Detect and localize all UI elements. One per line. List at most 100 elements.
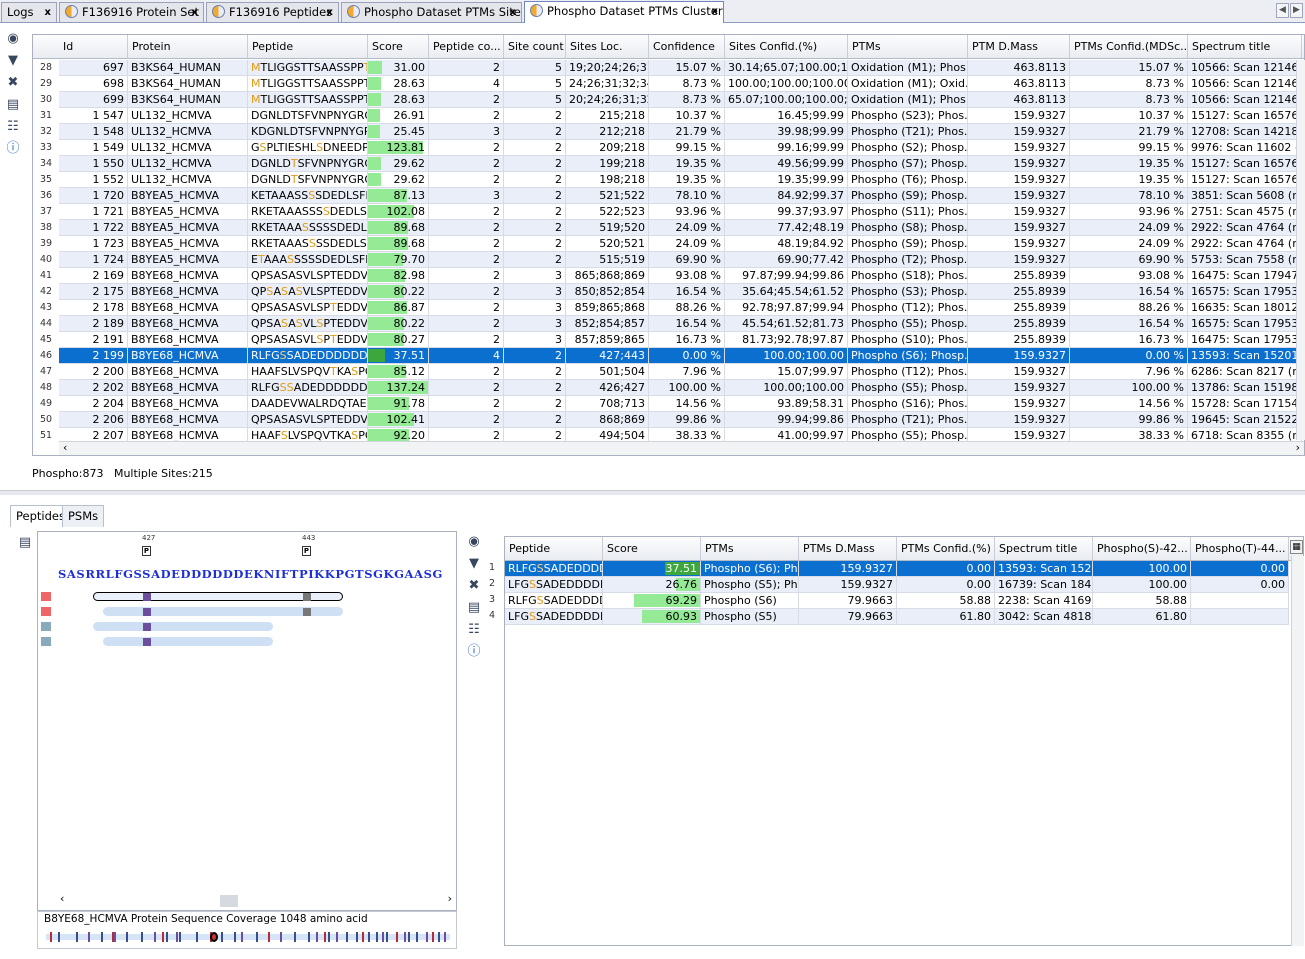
- tools-icon[interactable]: ✖: [466, 578, 482, 594]
- table-row[interactable]: 2 191B8YE68_HCMVAQPSASASVLSPTEDDVVS 80.27…: [59, 332, 1304, 348]
- column-header[interactable]: PTMs D.Mass: [799, 537, 897, 560]
- column-header[interactable]: PTMs Confid.(%): [897, 537, 995, 560]
- cell-sc: 2: [504, 380, 566, 395]
- table-row[interactable]: LFGSSADEDDDDDD 26.76Phospho (S5); Ph...15…: [505, 577, 1289, 593]
- peptide-residues: SSSSDEDLSFPGE: [294, 253, 367, 266]
- column-header[interactable]: Peptide co...: [429, 35, 504, 58]
- tab-peptides[interactable]: F136916 Peptides x: [206, 2, 339, 22]
- table-row[interactable]: 1 721B8YEA5_HCMVARKETAAASSSSDEDLSF 102.08…: [59, 204, 1304, 220]
- peptide-residues: RKETAAASSS: [251, 205, 323, 218]
- column-header[interactable]: Phospho(S)-42...: [1093, 537, 1191, 560]
- tab-lower-psms[interactable]: PSMs: [62, 505, 105, 527]
- table-row[interactable]: 697B3KS64_HUMANMTLIGGSTTSAASSPPTTI 31.002…: [59, 60, 1304, 76]
- export-icon[interactable]: ▤: [5, 97, 21, 113]
- sequence-scrollbar[interactable]: ‹ ›: [58, 892, 456, 908]
- table-row[interactable]: 2 169B8YE68_HCMVAQPSASASVLSPTEDDVVS 82.98…: [59, 268, 1304, 284]
- column-header[interactable]: Sites Confid.(%): [725, 35, 848, 58]
- column-header[interactable]: Spectrum title: [1188, 35, 1302, 58]
- column-header[interactable]: Phospho(T)-44...: [1191, 537, 1289, 560]
- table-row[interactable]: 2 206B8YE68_HCMVAQPSASASVLSPTEDDVVSP 102.…: [59, 412, 1304, 428]
- split-divider[interactable]: [0, 490, 1305, 495]
- table-row[interactable]: 1 549UL132_HCMVAGSPLTIESHLSDNEEDPIR123.8…: [59, 140, 1304, 156]
- table-row[interactable]: 1 550UL132_HCMVADGNLDTSFVNPNYGRGSP29.622…: [59, 156, 1304, 172]
- column-header[interactable]: PTMs Confid.(MDSc...: [1070, 35, 1188, 58]
- scroll-right-arrow[interactable]: ›: [1296, 441, 1300, 454]
- column-header[interactable]: PTMs: [701, 537, 799, 560]
- binoculars-icon[interactable]: ◉: [466, 534, 482, 550]
- tab-ptm-clusters[interactable]: Phospho Dataset PTMs Clusters x: [524, 1, 724, 23]
- export-image-icon[interactable]: ▤: [17, 535, 33, 551]
- score-value: 31.00: [393, 61, 426, 74]
- cell-pc: 2: [429, 364, 504, 379]
- score-bar: [368, 173, 381, 186]
- table-row[interactable]: 698B3KS64_HUMANMTLIGGSTTSAASSPPTTIP 28.63…: [59, 76, 1304, 92]
- column-header[interactable]: PTM D.Mass: [968, 35, 1070, 58]
- cell-loc: 215;218: [566, 108, 649, 123]
- tab-ptm-sites[interactable]: Phospho Dataset PTMs Sites x: [341, 2, 522, 22]
- column-header[interactable]: Protein: [128, 35, 248, 58]
- scroll-right-arrow[interactable]: ›: [448, 892, 452, 905]
- peptide-track[interactable]: [103, 637, 273, 646]
- tools-icon[interactable]: ✖: [5, 75, 21, 91]
- table-row[interactable]: 1 548UL132_HCMVAKDGNLDTSFVNPNYGRGS25.453…: [59, 124, 1304, 140]
- column-header[interactable]: Peptide: [248, 35, 368, 58]
- table-row[interactable]: 2 175B8YE68_HCMVAQPSASASVLSPTEDDVVS80.22…: [59, 284, 1304, 300]
- table-row[interactable]: RLFGSSADEDDDDDD37.51Phospho (S6); Ph...1…: [505, 561, 1289, 577]
- tab-scroll-left-button[interactable]: ◀: [1276, 3, 1289, 18]
- table-row[interactable]: 1 547UL132_HCMVADGNLDTSFVNPNYGRGSPL 26.91…: [59, 108, 1304, 124]
- table-row[interactable]: 1 552UL132_HCMVADGNLDTSFVNPNYGRGSPL 29.62…: [59, 172, 1304, 188]
- table-row[interactable]: 2 178B8YE68_HCMVAQPSASASVLSPTEDDVVS 86.87…: [59, 300, 1304, 316]
- column-header[interactable]: Spectrum title: [995, 537, 1093, 560]
- add-columns-icon[interactable]: ☷: [5, 119, 21, 135]
- close-icon[interactable]: x: [510, 3, 516, 22]
- close-icon[interactable]: x: [327, 3, 333, 22]
- peptide-track[interactable]: [93, 622, 273, 631]
- close-icon[interactable]: x: [712, 2, 718, 21]
- cell-score: 89.68: [368, 220, 429, 235]
- binoculars-icon[interactable]: ◉: [5, 31, 21, 47]
- scroll-left-arrow[interactable]: ‹: [63, 441, 67, 454]
- cell-loc: 708;713: [566, 396, 649, 411]
- close-icon[interactable]: x: [45, 3, 51, 22]
- vertical-scrollbar[interactable]: [1296, 60, 1305, 440]
- vertical-scrollbar[interactable]: [1291, 556, 1304, 946]
- column-header[interactable]: Confidence: [649, 35, 725, 58]
- table-row[interactable]: 2 202B8YE68_HCMVARLFGSSADEDDDDDDEK 137.24…: [59, 380, 1304, 396]
- table-row[interactable]: 2 199 B8YE68_HCMVA RLFGSSADEDDDDDDE 37.51 4 2…: [59, 348, 1304, 364]
- column-header[interactable]: Peptide: [505, 537, 603, 560]
- horizontal-scrollbar[interactable]: ‹ ›: [59, 441, 1304, 455]
- tab-protein-set[interactable]: F136916 Protein Set x: [59, 2, 204, 22]
- tab-logs[interactable]: Logs x: [1, 2, 57, 22]
- table-row[interactable]: LFGSSADEDDDDDD60.93Phospho (S5)79.966361…: [505, 609, 1289, 625]
- add-columns-icon[interactable]: ☷: [466, 622, 482, 638]
- table-row[interactable]: 2 189B8YE68_HCMVAQPSASASVLSPTEDDVVS80.22…: [59, 316, 1304, 332]
- table-row[interactable]: 1 722B8YEA5_HCMVARKETAAASSSSSDEDLSF 89.68…: [59, 220, 1304, 236]
- export-icon[interactable]: ▤: [466, 600, 482, 616]
- coverage-bar[interactable]: [46, 932, 450, 942]
- table-row[interactable]: RLFGSSADEDDDDD69.29Phospho (S6)79.966358…: [505, 593, 1289, 609]
- table-row[interactable]: 1 724B8YEA5_HCMVAETAAASSSSSDEDLSFPGE 79.7…: [59, 252, 1304, 268]
- coverage-cursor[interactable]: [210, 932, 218, 942]
- table-row[interactable]: 1 723 B8YEA5_HCMVA RKETAAASSSSDEDLSF 89.68 2…: [59, 236, 1304, 252]
- column-header[interactable]: Id: [59, 35, 128, 58]
- column-header[interactable]: Site count: [504, 35, 566, 58]
- filter-icon[interactable]: ▼: [466, 556, 482, 572]
- column-header[interactable]: Score: [368, 35, 429, 58]
- filter-warning-icon[interactable]: ▼: [5, 53, 21, 69]
- column-header[interactable]: Score: [603, 537, 701, 560]
- close-icon[interactable]: x: [192, 3, 198, 22]
- info-icon[interactable]: ⓘ: [466, 644, 482, 660]
- table-row[interactable]: 1 720 B8YEA5_HCMVA KETAAASSSSDEDLSFP 87.13 3…: [59, 188, 1304, 204]
- info-icon[interactable]: ⓘ: [5, 141, 21, 157]
- table-row[interactable]: 2 204B8YE68_HCMVADAADEVWALRDQTAESPV 91.78…: [59, 396, 1304, 412]
- table-row[interactable]: 699B3KS64_HUMANMTLIGGSTTSAASSPPTTI28.632…: [59, 92, 1304, 108]
- coverage-tick: [101, 932, 103, 942]
- column-header[interactable]: PTMs: [848, 35, 968, 58]
- tab-scroll-right-button[interactable]: ▶: [1290, 3, 1303, 18]
- column-chooser-icon[interactable]: ▦: [1290, 540, 1303, 554]
- scroll-thumb[interactable]: [220, 895, 238, 907]
- table-row[interactable]: 2 200B8YE68_HCMVAHAAFSLVSPQVTKASPGR 85.12…: [59, 364, 1304, 380]
- column-header[interactable]: Sites Loc.: [566, 35, 649, 58]
- cell-mass: 159.9327: [968, 412, 1070, 427]
- scroll-left-arrow[interactable]: ‹: [60, 892, 64, 905]
